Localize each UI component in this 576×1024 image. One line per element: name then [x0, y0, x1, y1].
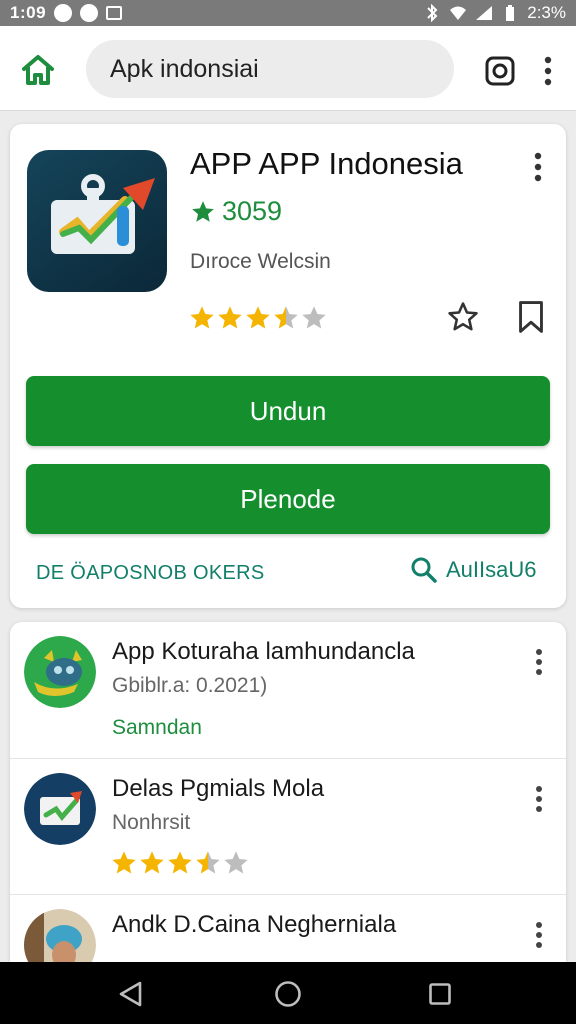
star-icon	[274, 306, 298, 329]
rating-row: 3059	[190, 196, 282, 227]
more-vert-icon[interactable]	[526, 150, 550, 184]
search-link[interactable]: AuIIsaU6	[410, 556, 537, 584]
camera-icon[interactable]	[484, 55, 516, 87]
notification-icon-2	[80, 4, 99, 22]
search-input[interactable]: Apk indonsiai	[86, 40, 454, 98]
bookmark-icon[interactable]	[516, 300, 546, 334]
star-icon	[192, 200, 214, 222]
star-icon	[196, 851, 220, 874]
list-item-title: Andk D.Caina Negherniala	[112, 911, 397, 938]
list-item-title: App Koturaha lamhundancla	[112, 638, 415, 665]
list-item-subtitle: Gbiblr.a: 0.2021)	[112, 674, 268, 697]
star-icon	[224, 851, 248, 874]
star-icon	[246, 306, 270, 329]
more-vert-icon[interactable]	[528, 646, 550, 678]
status-time: 1:09	[10, 3, 47, 22]
system-nav-bar	[0, 962, 576, 1024]
gallery-notification-icon	[106, 6, 123, 20]
star-icon	[140, 851, 164, 874]
battery-text: 2:3%	[527, 3, 566, 22]
list-item[interactable]: App Koturaha lamhundancla Gbiblr.a: 0.20…	[10, 622, 566, 758]
app-title: APP APP Indonesia	[190, 146, 463, 181]
app-avatar-icon	[24, 636, 96, 708]
list-item[interactable]: Andk D.Caina Negherniala	[10, 894, 566, 962]
search-query: Apk indonsiai	[110, 54, 259, 83]
wifi-icon	[450, 6, 467, 20]
list-item-tag: Samndan	[112, 716, 202, 739]
star-outline-icon[interactable]	[446, 300, 480, 334]
star-rating	[110, 849, 250, 877]
app-avatar-icon	[24, 909, 96, 962]
more-vert-icon[interactable]	[528, 783, 550, 815]
developer-name: Dıroce Welcsin	[190, 250, 331, 273]
top-app-bar: Apk indonsiai	[0, 26, 576, 111]
related-apps-list: App Koturaha lamhundancla Gbiblr.a: 0.20…	[10, 622, 566, 962]
open-button[interactable]: Plenode	[26, 464, 550, 534]
status-bar: 1:09 2:3%	[0, 0, 576, 26]
home-circle-icon[interactable]	[274, 980, 302, 1008]
recents-icon[interactable]	[428, 982, 452, 1006]
list-item-subtitle: Nonhrsit	[112, 811, 191, 834]
back-icon[interactable]	[116, 980, 146, 1008]
details-link[interactable]: DE ÖAPOSNOB OKERS	[36, 562, 265, 585]
star-icon	[218, 306, 242, 329]
download-button[interactable]: Undun	[26, 376, 550, 446]
more-vert-icon[interactable]	[536, 54, 560, 88]
star-rating	[188, 304, 328, 332]
more-vert-icon[interactable]	[528, 919, 550, 951]
star-icon	[168, 851, 192, 874]
signal-icon	[476, 6, 493, 20]
app-icon	[27, 150, 167, 292]
star-icon	[190, 306, 214, 329]
bluetooth-icon	[427, 4, 438, 22]
notification-icon	[54, 4, 73, 22]
home-icon[interactable]	[20, 52, 56, 88]
app-detail-card: APP APP Indonesia 3059 Dıroce Welcsin Un…	[10, 124, 566, 608]
list-item[interactable]: Delas Pgmials Mola Nonhrsit	[10, 758, 566, 895]
app-logo-graphic	[51, 174, 155, 254]
app-avatar-icon	[24, 773, 96, 845]
star-icon	[112, 851, 136, 874]
status-left: 1:09	[10, 3, 123, 23]
rating-value: 3059	[222, 196, 283, 226]
battery-icon	[506, 5, 515, 21]
search-icon	[411, 557, 437, 583]
status-right: 2:3%	[423, 3, 566, 23]
star-icon	[302, 306, 326, 329]
search-link-label: AuIIsaU6	[446, 557, 537, 582]
list-item-title: Delas Pgmials Mola	[112, 775, 325, 802]
